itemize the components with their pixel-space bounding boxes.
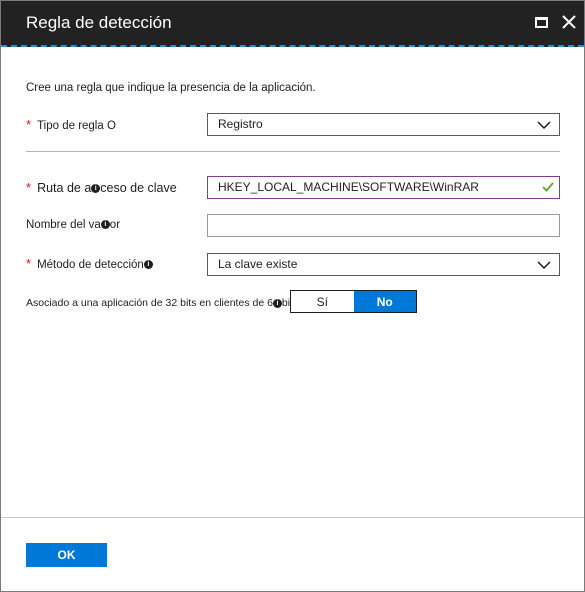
chevron-down-icon	[537, 121, 551, 130]
info-icon[interactable]: i	[100, 220, 110, 230]
intro-text: Cree una regla que indique la presencia …	[26, 82, 316, 94]
key-path-value: HKEY_LOCAL_MACHINE\SOFTWARE\WinRAR	[218, 180, 479, 194]
detection-method-select[interactable]: La clave existe	[207, 253, 560, 276]
required-marker: *	[26, 180, 32, 195]
key-path-label-part1: Ruta de a	[37, 181, 92, 195]
footer-divider	[1, 517, 584, 518]
section-divider	[26, 151, 560, 152]
toggle-option-no[interactable]: No	[353, 291, 416, 312]
value-name-label: Nombre del va i or	[26, 219, 120, 231]
required-marker: *	[26, 117, 32, 132]
title-bar: Regla de detección	[1, 1, 584, 47]
key-path-label: * Ruta de a i ceso de clave	[26, 180, 177, 195]
rule-type-label: * Tipo de regla O	[26, 117, 116, 132]
rule-type-value: Registro	[218, 117, 263, 131]
detection-rule-dialog: Regla de detección Cree una regla que in…	[0, 0, 585, 592]
required-marker: *	[26, 256, 32, 271]
dialog-title: Regla de detección	[26, 13, 172, 32]
info-icon[interactable]: i	[272, 298, 282, 308]
rule-type-select[interactable]: Registro	[207, 113, 560, 136]
detection-method-value: La clave existe	[218, 257, 298, 271]
value-name-label-part2: or	[109, 219, 121, 231]
rule-type-label-suffix: O	[106, 120, 116, 132]
detection-method-label-text: Método de detección	[37, 259, 144, 271]
value-name-input[interactable]	[207, 214, 560, 237]
maximize-button[interactable]	[531, 12, 551, 32]
key-path-input[interactable]: HKEY_LOCAL_MACHINE\SOFTWARE\WinRAR	[207, 176, 560, 199]
value-name-label-part1: Nombre del va	[26, 219, 101, 231]
maximize-icon	[534, 16, 548, 28]
key-path-label-part2: ceso de clave	[100, 181, 177, 195]
chevron-down-icon	[537, 261, 551, 270]
app-32bit-toggle[interactable]: Sí No	[290, 290, 417, 313]
close-icon	[562, 15, 576, 29]
rule-type-label-text: Tipo de regla	[37, 120, 104, 132]
checkmark-icon	[542, 182, 554, 192]
info-icon[interactable]: i	[91, 184, 101, 194]
ok-button[interactable]: OK	[26, 543, 107, 567]
app-32bit-label: Asociado a una aplicación de 32 bits en …	[26, 297, 298, 309]
app-32bit-label-part1: Asociado a una aplicación de 32 bits en …	[26, 297, 273, 309]
info-icon[interactable]: i	[143, 260, 153, 270]
detection-method-label: * Método de detección i	[26, 256, 153, 271]
close-button[interactable]	[559, 12, 579, 32]
toggle-option-yes[interactable]: Sí	[291, 291, 354, 312]
